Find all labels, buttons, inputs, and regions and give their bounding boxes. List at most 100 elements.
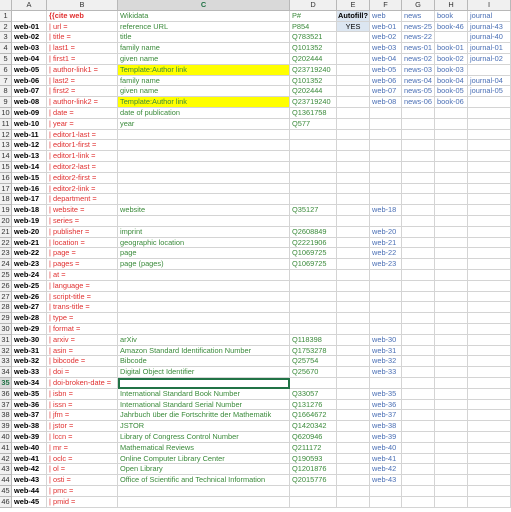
cell-g[interactable] bbox=[402, 259, 435, 270]
row-header[interactable]: 7 bbox=[0, 75, 12, 87]
cell-c[interactable]: Bibcode bbox=[118, 356, 290, 368]
column-header-c[interactable]: C bbox=[118, 0, 290, 11]
cell-i[interactable] bbox=[468, 151, 511, 162]
cell-e[interactable] bbox=[337, 259, 370, 270]
cell-d[interactable] bbox=[290, 486, 337, 497]
cell-d[interactable] bbox=[290, 183, 337, 195]
cell-f[interactable] bbox=[370, 108, 402, 119]
cell-c[interactable] bbox=[118, 183, 290, 195]
cell-h[interactable] bbox=[435, 410, 468, 422]
cell-i[interactable] bbox=[468, 248, 511, 260]
cell-f[interactable]: web-33 bbox=[370, 367, 402, 378]
cell-c[interactable]: imprint bbox=[118, 226, 290, 238]
cell-g[interactable] bbox=[402, 421, 435, 432]
row-header[interactable]: 4 bbox=[0, 43, 12, 54]
cell-b[interactable]: | first2 = bbox=[47, 86, 118, 98]
cell-b[interactable]: | editor1-first = bbox=[47, 140, 118, 152]
cell-g[interactable] bbox=[402, 313, 435, 324]
cell-g[interactable] bbox=[402, 475, 435, 486]
cell-i[interactable] bbox=[468, 378, 511, 389]
row-header[interactable]: 2 bbox=[0, 21, 12, 33]
cell-b[interactable]: | ol = bbox=[47, 464, 118, 476]
cell-g[interactable] bbox=[402, 151, 435, 162]
cell-h[interactable] bbox=[435, 140, 468, 152]
cell-e[interactable] bbox=[337, 248, 370, 260]
cell-i[interactable] bbox=[468, 205, 511, 216]
cell-b[interactable]: | oclc = bbox=[47, 453, 118, 465]
cell-h[interactable] bbox=[435, 442, 468, 454]
cell-d[interactable] bbox=[290, 324, 337, 335]
cell-i[interactable] bbox=[468, 216, 511, 227]
cell-a[interactable]: web-11 bbox=[12, 129, 47, 141]
cell-f[interactable]: web-06 bbox=[370, 75, 402, 87]
cell-a[interactable]: web-10 bbox=[12, 118, 47, 130]
cell-e[interactable] bbox=[337, 432, 370, 443]
cell-b[interactable]: | osti = bbox=[47, 475, 118, 486]
cell-i[interactable] bbox=[468, 270, 511, 281]
cell-c[interactable]: International Standard Serial Number bbox=[118, 399, 290, 411]
cell-i[interactable] bbox=[468, 410, 511, 422]
cell-e[interactable]: Autofill? bbox=[337, 10, 370, 22]
cell-a[interactable]: web-44 bbox=[12, 486, 47, 497]
cell-b[interactable]: | pmc = bbox=[47, 486, 118, 497]
cell-c[interactable]: Digital Object Identifier bbox=[118, 367, 290, 378]
cell-d[interactable]: Q202444 bbox=[290, 86, 337, 98]
cell-b[interactable]: | script-title = bbox=[47, 291, 118, 303]
cell-f[interactable]: web-02 bbox=[370, 32, 402, 44]
cell-i[interactable] bbox=[468, 194, 511, 206]
cell-i[interactable] bbox=[468, 367, 511, 378]
cell-i[interactable] bbox=[468, 388, 511, 400]
cell-b[interactable]: | lccn = bbox=[47, 432, 118, 443]
cell-a[interactable]: web-22 bbox=[12, 248, 47, 260]
row-header[interactable]: 40 bbox=[0, 432, 12, 443]
row-header[interactable]: 42 bbox=[0, 453, 12, 465]
cell-b[interactable]: | location = bbox=[47, 237, 118, 249]
cell-i[interactable] bbox=[468, 475, 511, 486]
cell-e[interactable] bbox=[337, 334, 370, 346]
cell-g[interactable] bbox=[402, 302, 435, 314]
cell-h[interactable]: book-03 bbox=[435, 64, 468, 76]
cell-h[interactable]: book-05 bbox=[435, 86, 468, 98]
cell-f[interactable] bbox=[370, 291, 402, 303]
row-header[interactable]: 15 bbox=[0, 162, 12, 173]
cell-g[interactable] bbox=[402, 324, 435, 335]
cell-f[interactable]: web-05 bbox=[370, 64, 402, 76]
column-header-g[interactable]: G bbox=[402, 0, 435, 11]
cell-e[interactable] bbox=[337, 367, 370, 378]
cell-d[interactable] bbox=[290, 280, 337, 292]
cell-f[interactable] bbox=[370, 151, 402, 162]
row-header[interactable]: 32 bbox=[0, 345, 12, 357]
cell-e[interactable] bbox=[337, 140, 370, 152]
cell-a[interactable]: web-08 bbox=[12, 97, 47, 108]
cell-g[interactable]: news-06 bbox=[402, 97, 435, 108]
cell-i[interactable]: journal-02 bbox=[468, 54, 511, 65]
cell-e[interactable] bbox=[337, 183, 370, 195]
cell-c[interactable]: International Standard Book Number bbox=[118, 388, 290, 400]
cell-i[interactable]: journal-05 bbox=[468, 86, 511, 98]
cell-g[interactable]: news-01 bbox=[402, 43, 435, 54]
cell-a[interactable]: web-14 bbox=[12, 162, 47, 173]
cell-i[interactable] bbox=[468, 464, 511, 476]
cell-h[interactable]: book-01 bbox=[435, 43, 468, 54]
cell-d[interactable]: P854 bbox=[290, 21, 337, 33]
cell-f[interactable]: web-40 bbox=[370, 442, 402, 454]
cell-a[interactable]: web-43 bbox=[12, 475, 47, 486]
cell-c[interactable]: family name bbox=[118, 75, 290, 87]
cell-b[interactable]: | author-link1 = bbox=[47, 64, 118, 76]
row-header[interactable]: 21 bbox=[0, 226, 12, 238]
cell-a[interactable]: web-30 bbox=[12, 334, 47, 346]
cell-h[interactable] bbox=[435, 345, 468, 357]
cell-c[interactable]: Online Computer Library Center bbox=[118, 453, 290, 465]
cell-b[interactable]: | page = bbox=[47, 248, 118, 260]
cell-a[interactable]: web-18 bbox=[12, 205, 47, 216]
cell-c[interactable] bbox=[118, 313, 290, 324]
cell-g[interactable] bbox=[402, 399, 435, 411]
cell-c[interactable]: Office of Scientific and Technical Infor… bbox=[118, 475, 290, 486]
row-header[interactable]: 44 bbox=[0, 475, 12, 486]
cell-b[interactable]: | publisher = bbox=[47, 226, 118, 238]
cell-i[interactable] bbox=[468, 432, 511, 443]
cell-a[interactable]: web-33 bbox=[12, 367, 47, 378]
cell-h[interactable] bbox=[435, 183, 468, 195]
cell-c[interactable]: given name bbox=[118, 54, 290, 65]
cell-g[interactable] bbox=[402, 270, 435, 281]
